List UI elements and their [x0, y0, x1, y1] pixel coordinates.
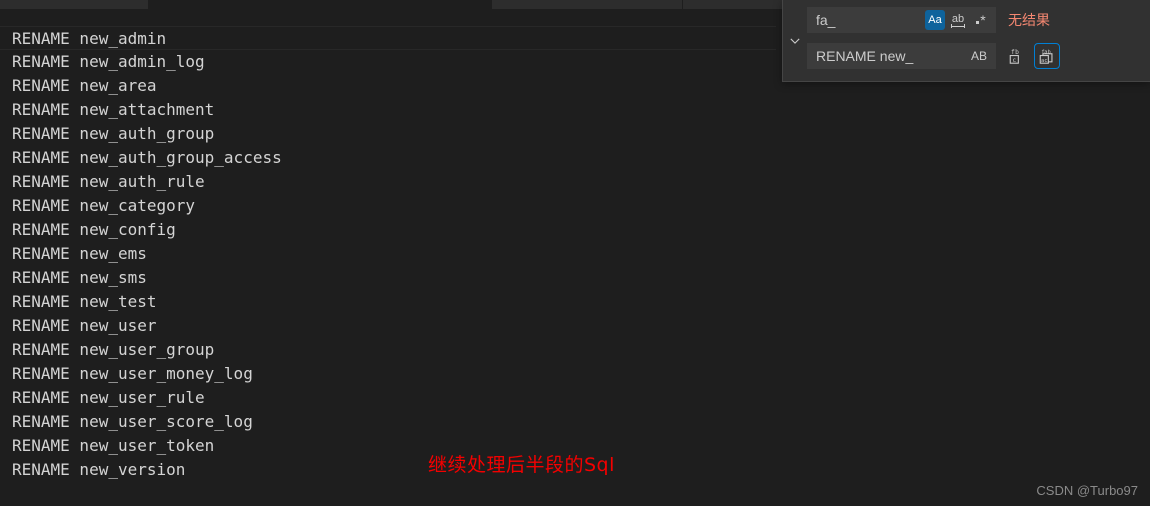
editor-tab-4[interactable] [683, 0, 794, 9]
svg-text:ab: ab [1044, 49, 1050, 55]
code-line[interactable]: RENAME new_auth_group_access [0, 146, 1150, 170]
red-annotation-text: 继续处理后半段的Sql [428, 454, 615, 476]
preserve-case-icon: AB [970, 49, 987, 63]
editor-tab-1[interactable] [0, 0, 149, 9]
editor-tab-2[interactable] [149, 0, 492, 9]
match-case-toggle[interactable]: Aa [925, 10, 945, 30]
regex-icon-dot [976, 21, 980, 24]
code-line[interactable]: RENAME new_attachment [0, 98, 1150, 122]
toggle-replace-column [783, 0, 807, 81]
code-line[interactable]: RENAME new_user_rule [0, 386, 1150, 410]
regex-icon: * [976, 12, 986, 28]
preserve-case-toggle[interactable]: AB [967, 49, 991, 63]
code-line[interactable]: RENAME new_user [0, 314, 1150, 338]
replace-row: RENAME new_ AB c f b ac f ab [807, 42, 1150, 70]
replace-icon: c f b [1009, 49, 1019, 64]
case-sensitive-icon: Aa [928, 14, 942, 26]
code-line[interactable]: RENAME new_user_group [0, 338, 1150, 362]
code-line[interactable]: RENAME new_user_score_log [0, 410, 1150, 434]
find-replace-widget: fa_ Aa ab * 无结果 RENAME new_ AB c f b ac … [782, 0, 1150, 82]
code-line[interactable]: RENAME new_auth_rule [0, 170, 1150, 194]
replace-input[interactable]: RENAME new_ AB [807, 43, 996, 69]
whole-word-icon: ab [950, 12, 966, 28]
code-line[interactable]: RENAME new_config [0, 218, 1150, 242]
editor-window: RENAME new_admin RENAME new_admin_log RENA… [0, 0, 1150, 506]
code-line-list: RENAME new_admin RENAME new_admin_log RENA… [0, 26, 1150, 482]
code-line[interactable]: RENAME new_test [0, 290, 1150, 314]
code-line[interactable]: RENAME new_user_money_log [0, 362, 1150, 386]
find-input-value: fa_ [816, 12, 836, 28]
whole-word-icon-label: ab [950, 12, 966, 28]
replace-all-button[interactable]: ac f ab [1034, 43, 1060, 69]
csdn-watermark: CSDN @Turbo97 [1036, 483, 1138, 498]
find-input[interactable]: fa_ Aa ab * [807, 7, 996, 33]
find-result-count: 无结果 [1008, 13, 1050, 29]
svg-text:ac: ac [1041, 58, 1047, 64]
find-row: fa_ Aa ab * 无结果 [807, 6, 1150, 34]
regex-icon-star: * [980, 12, 986, 28]
editor-tab-3[interactable] [492, 0, 683, 9]
svg-text:b: b [1015, 49, 1019, 56]
code-line[interactable]: RENAME new_category [0, 194, 1150, 218]
whole-word-toggle[interactable]: ab [948, 10, 968, 30]
replace-button[interactable]: c f b [1004, 43, 1030, 69]
code-line[interactable]: RENAME new_auth_group [0, 122, 1150, 146]
regex-toggle[interactable]: * [971, 10, 991, 30]
replace-input-value: RENAME new_ [816, 48, 914, 64]
code-line[interactable]: RENAME new_sms [0, 266, 1150, 290]
find-toggle-group: Aa ab * [925, 10, 991, 30]
svg-text:c: c [1012, 57, 1016, 64]
find-widget-body: fa_ Aa ab * 无结果 RENAME new_ AB c f b ac … [807, 0, 1150, 81]
sql-editor[interactable]: RENAME new_admin RENAME new_admin_log RENA… [0, 9, 1150, 506]
code-line[interactable]: RENAME new_ems [0, 242, 1150, 266]
replace-all-icon: ac f ab [1039, 49, 1053, 64]
chevron-down-icon[interactable] [786, 32, 804, 50]
replace-action-group: c f b ac f ab [1004, 43, 1060, 69]
code-line[interactable]: RENAME new_admin [0, 26, 776, 50]
